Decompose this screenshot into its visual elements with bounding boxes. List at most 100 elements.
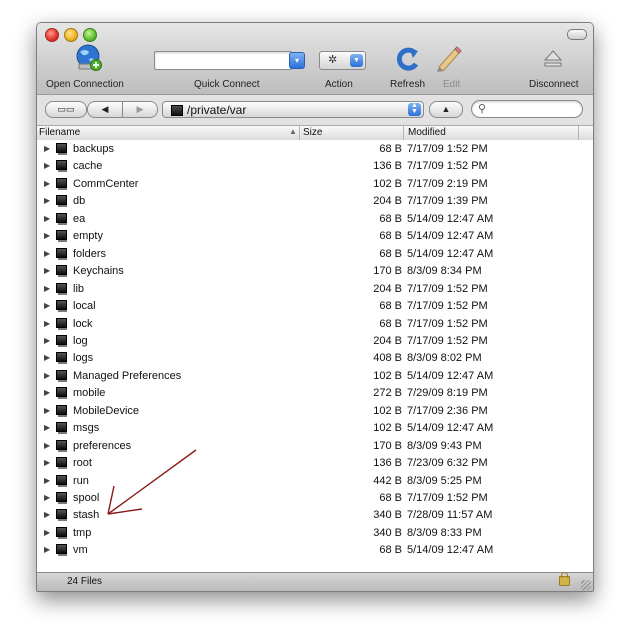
- folder-icon: [56, 509, 67, 522]
- file-size: 68 B: [379, 300, 402, 313]
- table-row[interactable]: ▶ ea 68 B 5/14/09 12:47 AM: [37, 211, 593, 229]
- folder-icon: [56, 143, 67, 155]
- disclosure-triangle-icon[interactable]: ▶: [44, 161, 50, 170]
- bookmarks-button[interactable]: ▭▭: [45, 101, 87, 118]
- folder-icon: [56, 544, 67, 557]
- folder-icon: [56, 282, 67, 295]
- disclosure-triangle-icon[interactable]: ▶: [44, 249, 50, 258]
- table-row[interactable]: ▶ local 68 B 7/17/09 1:52 PM: [37, 298, 593, 316]
- gear-icon: ✲: [328, 54, 338, 66]
- toolbar: Open Connection ▾ Quick Connect ✲ ▼ Acti…: [37, 23, 593, 95]
- disclosure-triangle-icon[interactable]: ▶: [44, 231, 50, 240]
- column-modified[interactable]: Modified: [408, 127, 446, 138]
- folder-icon: [56, 247, 67, 260]
- table-row[interactable]: ▶ spool 68 B 7/17/09 1:52 PM: [37, 490, 593, 508]
- quick-connect-input[interactable]: [154, 51, 292, 70]
- disclosure-triangle-icon[interactable]: ▶: [44, 493, 50, 502]
- file-name: CommCenter: [73, 177, 139, 190]
- file-modified: 7/17/09 1:52 PM: [407, 143, 488, 155]
- search-input[interactable]: ⚲: [471, 100, 583, 118]
- table-row[interactable]: ▶ run 442 B 8/3/09 5:25 PM: [37, 473, 593, 491]
- file-name: stash: [73, 509, 100, 522]
- search-icon: ⚲: [478, 103, 487, 115]
- table-row[interactable]: ▶ msgs 102 B 5/14/09 12:47 AM: [37, 420, 593, 438]
- path-selector[interactable]: /private/var ▲ ▼: [162, 101, 424, 118]
- disclosure-triangle-icon[interactable]: ▶: [44, 196, 50, 205]
- disclosure-triangle-icon[interactable]: ▶: [44, 266, 50, 275]
- column-divider[interactable]: [578, 126, 579, 140]
- table-row[interactable]: ▶ cache 136 B 7/17/09 1:52 PM: [37, 158, 593, 176]
- disclosure-triangle-icon[interactable]: ▶: [44, 406, 50, 415]
- disclosure-triangle-icon[interactable]: ▶: [44, 423, 50, 432]
- disclosure-triangle-icon[interactable]: ▶: [44, 284, 50, 293]
- disclosure-triangle-icon[interactable]: ▶: [44, 545, 50, 554]
- disclosure-triangle-icon[interactable]: ▶: [44, 371, 50, 380]
- disclosure-triangle-icon[interactable]: ▶: [44, 353, 50, 362]
- column-size[interactable]: Size: [303, 127, 322, 138]
- table-row[interactable]: ▶ stash 340 B 7/28/09 11:57 AM: [37, 507, 593, 525]
- file-name: preferences: [73, 439, 132, 452]
- table-row[interactable]: ▶ logs 408 B 8/3/09 8:02 PM: [37, 350, 593, 368]
- file-size: 170 B: [373, 439, 402, 452]
- folder-icon: [56, 369, 67, 382]
- table-row[interactable]: ▶ db 204 B 7/17/09 1:39 PM: [37, 193, 593, 211]
- disclosure-triangle-icon[interactable]: ▶: [44, 214, 50, 223]
- column-filename[interactable]: Filename: [39, 127, 80, 138]
- table-row[interactable]: ▶ lock 68 B 7/17/09 1:52 PM: [37, 316, 593, 334]
- file-name: lock: [73, 317, 93, 330]
- back-button[interactable]: ◀: [87, 101, 123, 118]
- quick-connect-label: Quick Connect: [194, 79, 260, 90]
- table-row[interactable]: ▶ log 204 B 7/17/09 1:52 PM: [37, 333, 593, 351]
- column-divider[interactable]: [403, 126, 404, 140]
- table-row[interactable]: ▶ lib 204 B 7/17/09 1:52 PM: [37, 281, 593, 299]
- file-size: 68 B: [379, 212, 402, 225]
- action-menu-button[interactable]: ✲ ▼: [319, 51, 366, 70]
- disclosure-triangle-icon[interactable]: ▶: [44, 458, 50, 467]
- table-row[interactable]: ▶ empty 68 B 5/14/09 12:47 AM: [37, 228, 593, 246]
- minimize-window-button[interactable]: [64, 28, 78, 42]
- zoom-window-button[interactable]: [83, 28, 97, 42]
- disclosure-triangle-icon[interactable]: ▶: [44, 144, 50, 153]
- file-size: 204 B: [373, 195, 402, 208]
- table-row[interactable]: ▶ mobile 272 B 7/29/09 8:19 PM: [37, 385, 593, 403]
- disclosure-triangle-icon[interactable]: ▶: [44, 179, 50, 188]
- file-name: mobile: [73, 387, 106, 400]
- table-row[interactable]: ▶ Keychains 170 B 8/3/09 8:34 PM: [37, 263, 593, 281]
- table-row[interactable]: ▶ MobileDevice 102 B 7/17/09 2:36 PM: [37, 403, 593, 421]
- arrow-left-icon: ◀: [101, 104, 109, 114]
- quick-connect-dropdown[interactable]: ▾: [289, 52, 305, 69]
- disclosure-triangle-icon[interactable]: ▶: [44, 510, 50, 519]
- forward-button[interactable]: ▶: [122, 101, 158, 118]
- table-row[interactable]: ▶ folders 68 B 5/14/09 12:47 AM: [37, 246, 593, 264]
- table-row[interactable]: ▶ vm 68 B 5/14/09 12:47 AM: [37, 542, 593, 560]
- file-size: 68 B: [379, 230, 402, 243]
- disclosure-triangle-icon[interactable]: ▶: [44, 441, 50, 450]
- table-row[interactable]: ▶ Managed Preferences 102 B 5/14/09 12:47 A…: [37, 368, 593, 386]
- resize-grip-icon[interactable]: [581, 580, 591, 590]
- close-window-button[interactable]: [45, 28, 59, 42]
- toolbar-toggle-button[interactable]: [567, 29, 587, 40]
- file-modified: 7/23/09 6:32 PM: [407, 457, 488, 470]
- file-modified: 8/3/09 8:02 PM: [407, 352, 482, 365]
- table-row[interactable]: ▶ backups 68 B 7/17/09 1:52 PM: [37, 141, 593, 159]
- file-modified: 7/28/09 11:57 AM: [407, 509, 493, 522]
- parent-directory-button[interactable]: ▲: [429, 101, 463, 118]
- disclosure-triangle-icon[interactable]: ▶: [44, 528, 50, 537]
- column-divider[interactable]: [299, 126, 300, 140]
- folder-icon: [56, 195, 67, 208]
- folder-icon: [56, 230, 67, 243]
- table-row[interactable]: ▶ tmp 340 B 8/3/09 8:33 PM: [37, 525, 593, 543]
- disclosure-triangle-icon[interactable]: ▶: [44, 476, 50, 485]
- disclosure-triangle-icon[interactable]: ▶: [44, 388, 50, 397]
- table-row[interactable]: ▶ root 136 B 7/23/09 6:32 PM: [37, 455, 593, 473]
- file-size: 136 B: [373, 457, 402, 470]
- disclosure-triangle-icon[interactable]: ▶: [44, 301, 50, 310]
- table-row[interactable]: ▶ CommCenter 102 B 7/17/09 2:19 PM: [37, 176, 593, 194]
- open-connection-label: Open Connection: [46, 79, 124, 90]
- disclosure-triangle-icon[interactable]: ▶: [44, 336, 50, 345]
- file-modified: 7/17/09 1:52 PM: [407, 160, 488, 173]
- file-modified: 8/3/09 8:33 PM: [407, 526, 482, 539]
- table-row[interactable]: ▶ preferences 170 B 8/3/09 9:43 PM: [37, 438, 593, 456]
- folder-icon: [56, 526, 67, 539]
- disclosure-triangle-icon[interactable]: ▶: [44, 319, 50, 328]
